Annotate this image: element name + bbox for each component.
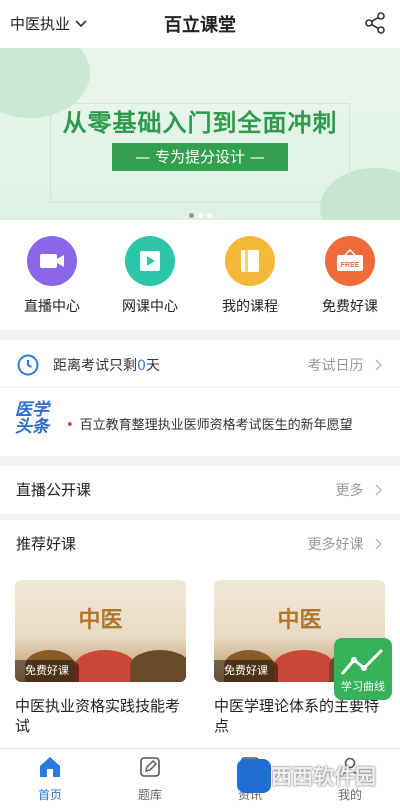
quick-label: 我的课程 xyxy=(222,299,278,315)
herb-decoration xyxy=(130,650,186,682)
exam-calendar-label: 考试日历 xyxy=(307,358,364,374)
video-play-icon xyxy=(125,236,175,286)
free-course-badge: 免费好课 xyxy=(15,660,79,682)
headline-text: 百立教育整理执业医师资格考试医生的新年愿望 xyxy=(66,414,353,433)
countdown-days: 0 xyxy=(137,358,146,374)
herb-decoration xyxy=(75,650,135,682)
exam-countdown-row: 距离考试只剩0天 考试日历 xyxy=(0,340,400,388)
pagination-dot xyxy=(188,213,194,218)
cover-title: 中医 xyxy=(78,608,123,633)
live-open-class-section: 直播公开课 更多 xyxy=(0,466,400,514)
more-label: 更多好课 xyxy=(307,537,364,553)
quick-label: 直播中心 xyxy=(24,299,80,315)
free-badge-text: FREE xyxy=(341,262,360,269)
logo-bottom-text: 头条 xyxy=(15,417,49,437)
home-icon xyxy=(40,757,60,777)
pagination-dot xyxy=(206,213,212,218)
tab-home[interactable]: 首页 xyxy=(10,755,90,803)
app-title: 百立课堂 xyxy=(164,15,236,36)
tab-label: 题库 xyxy=(137,788,162,802)
medical-headline-logo: 医学 头条 xyxy=(15,402,59,436)
chevron-right-icon xyxy=(375,484,383,496)
countdown-text: 距离考试只剩0天 xyxy=(53,355,160,375)
course-title: 中医学理论体系的主要特点 xyxy=(214,697,380,735)
chevron-right-icon xyxy=(375,538,383,550)
course-card[interactable]: 中医 免费好课 中医执业资格实践技能考试 xyxy=(15,580,186,736)
quick-my-courses[interactable]: 我的课程 xyxy=(200,236,300,316)
pagination-dot xyxy=(197,213,203,218)
quick-free-courses[interactable]: FREE 免费好课 xyxy=(300,236,400,316)
tab-question-bank[interactable]: 题库 xyxy=(110,755,190,803)
learning-curve-button[interactable]: 学习曲线 xyxy=(334,638,392,700)
section-title: 直播公开课 xyxy=(16,481,92,499)
chevron-right-icon xyxy=(375,359,383,371)
trend-chart-icon xyxy=(340,648,384,675)
quick-live-center[interactable]: 直播中心 xyxy=(2,236,102,316)
section-title: 推荐好课 xyxy=(16,535,77,553)
live-more-link[interactable]: 更多 xyxy=(336,480,384,500)
promo-banner[interactable]: 从零基础入门到全面冲刺 — 专为提分设计 — xyxy=(0,48,400,220)
book-icon xyxy=(225,236,275,286)
banner-pagination xyxy=(0,203,400,220)
watermark: 西西软件园 xyxy=(237,755,397,799)
medical-headline-row[interactable]: 医学 头条 百立教育整理执业医师资格考试医生的新年愿望 xyxy=(0,388,400,456)
countdown-prefix: 距离考试只剩 xyxy=(53,358,137,374)
course-cover: 中医 免费好课 xyxy=(15,580,186,682)
quick-entry-grid: 直播中心 网课中心 我的课程 FREE 免费好课 xyxy=(0,220,400,330)
exam-calendar-link[interactable]: 考试日历 xyxy=(308,355,384,375)
countdown-suffix: 天 xyxy=(145,358,160,374)
quick-label: 网课中心 xyxy=(122,299,178,315)
banner-headline: 从零基础入门到全面冲刺 xyxy=(62,109,338,137)
cover-title: 中医 xyxy=(277,608,322,633)
clock-icon xyxy=(17,354,39,376)
banner-subline: — 专为提分设计 — xyxy=(112,143,288,171)
quick-online-course[interactable]: 网课中心 xyxy=(100,236,200,316)
herb-decoration xyxy=(274,650,334,682)
recommend-more-link[interactable]: 更多好课 xyxy=(308,534,384,554)
recommended-section: 推荐好课 更多好课 xyxy=(0,520,400,568)
watermark-text: 西西软件园 xyxy=(271,765,376,789)
course-title: 中医执业资格实践技能考试 xyxy=(15,697,181,735)
live-camera-icon xyxy=(27,236,77,286)
watermark-logo xyxy=(237,759,271,793)
learning-curve-label: 学习曲线 xyxy=(341,680,385,693)
top-bar: 中医执业 百立课堂 xyxy=(0,0,400,48)
free-tag-icon: FREE xyxy=(325,236,375,286)
share-icon[interactable] xyxy=(364,12,386,34)
quick-label: 免费好课 xyxy=(322,299,378,315)
tab-label: 首页 xyxy=(37,788,62,802)
edit-icon xyxy=(140,757,160,777)
more-label: 更多 xyxy=(335,483,364,499)
free-course-badge: 免费好课 xyxy=(214,660,278,682)
